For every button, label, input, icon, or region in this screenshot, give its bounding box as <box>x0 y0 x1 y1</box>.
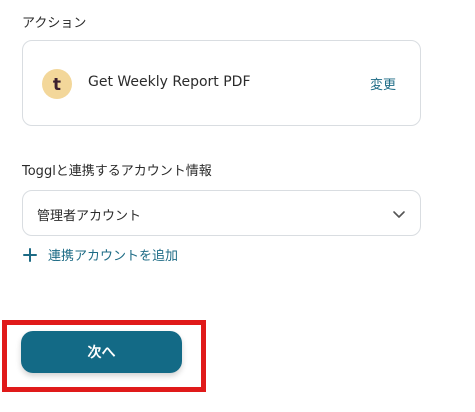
toggl-logo-glyph: t <box>53 75 61 95</box>
chevron-down-icon <box>393 211 405 218</box>
account-section-label: Togglと連携するアカウント情報 <box>22 164 212 179</box>
plus-icon <box>23 247 37 262</box>
action-section-label: アクション <box>22 16 87 31</box>
next-button[interactable]: 次へ <box>21 331 182 373</box>
action-card: t Get Weekly Report PDF 変更 <box>22 40 421 126</box>
change-action-link[interactable]: 変更 <box>370 74 396 93</box>
action-name: Get Weekly Report PDF <box>88 74 251 90</box>
toggl-letter: t <box>53 75 61 95</box>
action-settings-panel: アクション t Get Weekly Report PDF 変更 Togglと連… <box>0 0 475 412</box>
account-select[interactable]: 管理者アカウント <box>22 190 421 236</box>
selected-account-value: 管理者アカウント <box>37 209 142 224</box>
add-account-label: 連携アカウントを追加 <box>48 249 179 264</box>
add-account-button[interactable]: 連携アカウントを追加 <box>22 245 178 264</box>
toggl-icon: t <box>42 69 72 99</box>
